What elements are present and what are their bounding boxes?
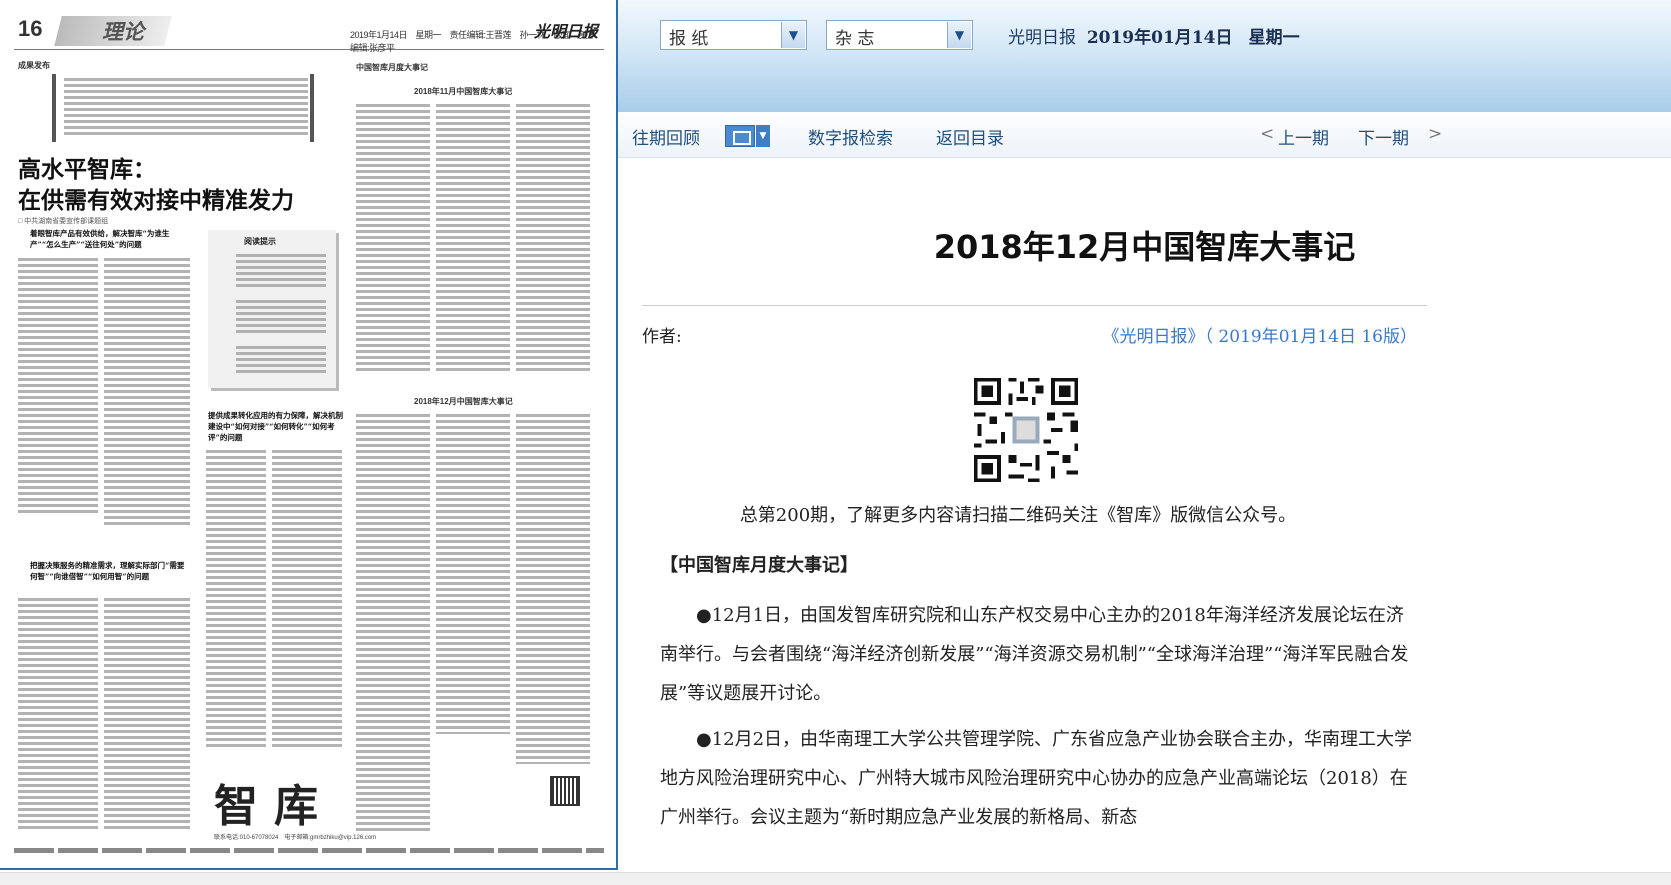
article-source: 《光明日报》（ 2019年01月14日 16版） bbox=[1102, 327, 1417, 347]
bottom-status-strip bbox=[0, 872, 1671, 885]
page-number: 16 bbox=[18, 16, 43, 41]
tip-text-1 bbox=[236, 254, 326, 290]
paper-name: 光明日报 bbox=[1008, 28, 1076, 48]
article-panel: 报 纸 ▼ 杂 志 ▼ 光明日报 2019年01月14日 星期一 往期回顾 ▼ … bbox=[618, 0, 1671, 885]
nov-column-2 bbox=[436, 104, 510, 374]
subhead-3: 把握决策服务的精准需求，理解实际部门“需要何智”“向谁借智”“如何用智”的问题 bbox=[30, 561, 185, 581]
past-issues-link[interactable]: 往期回顾 bbox=[632, 124, 700, 149]
chevron-down-icon[interactable]: ▼ bbox=[781, 22, 805, 48]
subhead-2: 提供成果转化应用的有力保障，解决机制建设中“如何对接”“如何转化”“如何考评”的… bbox=[208, 411, 343, 442]
lead-column-3 bbox=[206, 450, 266, 750]
chevron-down-icon[interactable]: ▼ bbox=[756, 125, 770, 147]
top-toolbar: 报 纸 ▼ 杂 志 ▼ 光明日报 2019年01月14日 星期一 bbox=[618, 0, 1671, 112]
tip-text-3 bbox=[236, 346, 326, 376]
intro-text-block bbox=[64, 78, 308, 138]
lead-column-2 bbox=[104, 258, 190, 526]
zhiku-contact-info: 联系电话:010-67078024 电子邮箱:gmrbzhiku@vip.126… bbox=[214, 835, 377, 841]
newspaper-select-value: 报 纸 bbox=[669, 29, 709, 49]
tip-text-2 bbox=[236, 300, 326, 336]
prev-issue-link[interactable]: 上一期 bbox=[1278, 124, 1329, 149]
lead-column-1 bbox=[18, 258, 98, 514]
reading-tip-box: 阅读提示 bbox=[208, 230, 336, 388]
event-paragraph-1: ●12月1日，由国发智库研究院和山东产权交易中心主办的2018年海洋经济发展论坛… bbox=[660, 605, 1409, 704]
lead-headline-line1: 高水平智库： bbox=[18, 156, 156, 183]
kicker-right: 中国智库月度大事记 bbox=[356, 63, 428, 72]
back-to-index-link[interactable]: 返回目录 bbox=[936, 124, 1004, 149]
calendar-icon[interactable] bbox=[725, 125, 755, 147]
lead-headline-line2: 在供需有效对接中精准发力 bbox=[18, 187, 294, 214]
page-qr-icon bbox=[550, 776, 580, 806]
section-nov-title: 2018年11月中国智库大事记 bbox=[414, 87, 513, 96]
lead-column-5 bbox=[18, 598, 98, 830]
chevron-down-icon[interactable]: ▼ bbox=[947, 22, 971, 48]
lead-headline[interactable]: 高水平智库： 在供需有效对接中精准发力 bbox=[18, 154, 294, 216]
section-dec-title: 2018年12月中国智库大事记 bbox=[414, 397, 513, 406]
reading-tip-title: 阅读提示 bbox=[244, 236, 276, 246]
article-title: 2018年12月中国智库大事记 bbox=[933, 228, 1356, 266]
issue-date-line: 光明日报 2019年01月14日 星期一 bbox=[1008, 23, 1300, 48]
title-divider bbox=[642, 305, 1427, 306]
nov-column-3 bbox=[516, 104, 590, 374]
masthead-logo: 光明日报 bbox=[533, 22, 598, 41]
author-label: 作者: bbox=[642, 327, 682, 347]
magazine-select[interactable]: 杂 志 ▼ bbox=[826, 20, 973, 50]
dec-column-2 bbox=[436, 414, 510, 734]
qr-code-graphic bbox=[970, 374, 1082, 486]
section-heading: 【中国智库月度大事记】 bbox=[660, 555, 858, 576]
intro-quote-box bbox=[52, 74, 314, 142]
lead-column-6 bbox=[104, 598, 190, 830]
chevron-right-icon: > bbox=[1428, 124, 1443, 144]
event-paragraph-2: ●12月2日，由华南理工大学公共管理学院、广东省应急产业协会联合主办，华南理工大… bbox=[660, 729, 1413, 828]
issue-weekday: 星期一 bbox=[1248, 28, 1300, 48]
subhead-1: 着眼智库产品有效供给，解决智库“为谁生产”“怎么生产”“送往何处”的问题 bbox=[30, 229, 170, 249]
chevron-left-icon: < bbox=[1260, 124, 1275, 144]
digital-search-link[interactable]: 数字报检索 bbox=[808, 124, 893, 149]
issue-date: 2019年01月14日 bbox=[1086, 28, 1233, 48]
magazine-select-value: 杂 志 bbox=[835, 29, 875, 49]
nov-column-1 bbox=[356, 104, 430, 374]
next-issue-link[interactable]: 下一期 bbox=[1358, 124, 1409, 149]
lead-byline: □ 中共湖南省委宣传部课题组 bbox=[18, 218, 109, 225]
lead-column-4 bbox=[272, 450, 342, 750]
qr-code-image bbox=[970, 374, 1082, 486]
kicker-left: 成果发布 bbox=[18, 61, 50, 70]
newspaper-page-image[interactable]: 16 理论 2019年1月14日 星期一 责任编辑:王晋莲 孙一林 版面 美术编… bbox=[0, 0, 618, 870]
page-header: 16 理论 2019年1月14日 星期一 责任编辑:王晋莲 孙一林 版面 美术编… bbox=[14, 14, 604, 53]
page-section-tag: 理论 bbox=[54, 16, 172, 46]
qr-caption: 总第200期，了解更多内容请扫描二维码关注《智库》版微信公众号。 bbox=[739, 505, 1297, 526]
dec-column-1 bbox=[356, 414, 430, 834]
dec-column-3 bbox=[516, 414, 590, 764]
nav-bar: 往期回顾 ▼ 数字报检索 返回目录 < 上一期 下一期 > bbox=[618, 112, 1671, 158]
page-footer-line bbox=[14, 848, 604, 853]
newspaper-select[interactable]: 报 纸 ▼ bbox=[660, 20, 807, 50]
zhiku-calligraphy-logo: 智库 bbox=[214, 781, 334, 832]
